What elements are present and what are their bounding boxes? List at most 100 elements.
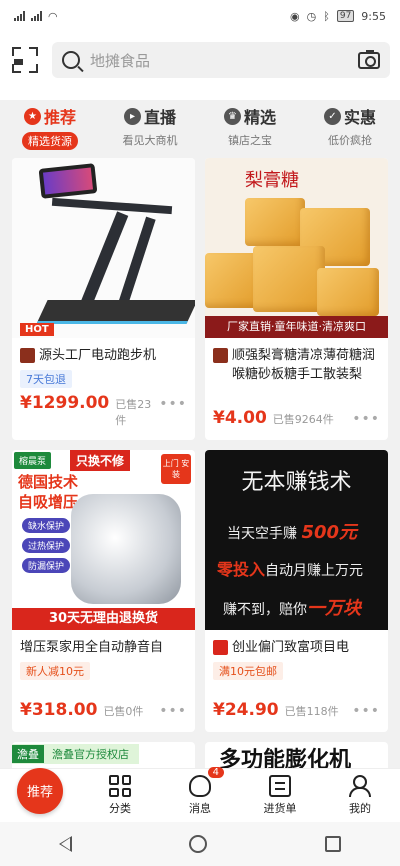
image-label: 梨膏糖 — [245, 170, 299, 191]
bluetooth-icon: ᛒ — [323, 9, 330, 23]
promo-tag: 新人减10元 — [20, 662, 90, 680]
image-banner: 厂家直销·童年味道·清凉爽口 — [205, 316, 388, 338]
hot-badge: HOT — [20, 323, 54, 336]
brand-logo: 榕晨泵 — [14, 452, 52, 469]
product-image-treadmill: HOT — [12, 158, 195, 338]
price: ¥24.90 — [213, 700, 279, 720]
product-card[interactable]: HOT 源头工厂电动跑步机 7天包退 ¥1299.00 已售23件 ••• — [12, 158, 195, 440]
alarm-icon: ◷ — [306, 9, 317, 23]
signal-icon-2 — [31, 11, 42, 21]
ad-line: 自动月赚上万元 — [265, 563, 364, 579]
more-icon[interactable]: ••• — [159, 396, 187, 412]
product-title: 顺强梨膏糖清凉薄荷糖润喉糖砂板糖手工散装梨 — [232, 348, 376, 382]
product-title: 创业偏门致富项目电 — [232, 640, 350, 655]
live-icon: ▸ — [123, 107, 141, 125]
nav-recommend-button[interactable]: 推荐 — [17, 767, 63, 814]
tab-live[interactable]: ▸ 直播 看见大商机 — [105, 104, 195, 156]
ad-highlight: 零投入 — [217, 560, 266, 579]
wifi-icon: ◠ — [48, 9, 58, 23]
product-image-ad: 无本赚钱术 当天空手赚 500元 零投入自动月赚上万元 赚不到，赔你一万块 — [205, 450, 388, 630]
product-card[interactable]: 榕晨泵 只换不修 德国技术 自吸增压 缺水保护 过热保护 防漏保护 上门 安装 … — [12, 450, 195, 732]
image-banner: 30天无理由退换货 — [12, 608, 195, 630]
store-text: 澹叠官方授权店 — [52, 748, 129, 761]
star-icon: ★ — [23, 107, 41, 125]
product-title: 增压泵家用全自动静音自 — [20, 640, 164, 655]
tab-sub: 镇店之宝 — [228, 134, 272, 147]
service-badge: 上门 安装 — [161, 454, 191, 484]
status-bar: ◠ ◉ ◷ ᛒ 97 9:55 — [0, 0, 400, 32]
search-bar-row: 地摊食品 — [0, 32, 400, 88]
product-grid: HOT 源头工厂电动跑步机 7天包退 ¥1299.00 已售23件 ••• 梨膏… — [0, 156, 400, 782]
sold-count: 已售118件 — [284, 705, 339, 718]
search-input[interactable]: 地摊食品 — [52, 42, 390, 78]
nav-profile[interactable]: 我的 — [330, 775, 390, 816]
battery-indicator: 97 — [336, 10, 355, 22]
home-icon[interactable] — [189, 835, 208, 853]
tab-sub: 精选货源 — [22, 132, 78, 150]
list-icon — [269, 775, 291, 797]
store-banner: 澹叠 澹叠官方授权店 — [12, 744, 139, 764]
search-icon — [62, 51, 80, 69]
message-icon — [189, 775, 211, 797]
system-nav-bar — [0, 822, 400, 866]
more-icon[interactable]: ••• — [352, 703, 380, 719]
nav-label: 消息 — [189, 802, 211, 815]
scan-icon[interactable] — [10, 45, 40, 75]
nav-purchase-list[interactable]: 进货单 — [250, 775, 310, 816]
user-icon — [349, 775, 371, 797]
nav-messages[interactable]: 4 消息 — [170, 767, 230, 816]
feature-pill: 防漏保护 — [22, 558, 71, 573]
eye-icon: ◉ — [290, 9, 300, 23]
nav-category[interactable]: 分类 — [90, 775, 150, 816]
ad-line: 无本赚钱术 — [241, 470, 352, 495]
back-icon[interactable] — [58, 836, 72, 852]
promo-tag: 7天包退 — [20, 370, 72, 388]
nav-recommend[interactable]: 推荐 — [10, 767, 70, 814]
status-left: ◠ — [14, 10, 58, 23]
price: ¥4.00 — [213, 408, 267, 428]
product-card[interactable]: 梨膏糖 厂家直销·童年味道·清凉爽口 顺强梨膏糖清凉薄荷糖润喉糖砂板糖手工散装梨… — [205, 158, 388, 440]
headline-line: 自吸增压 — [18, 493, 79, 511]
nav-label: 我的 — [349, 802, 371, 815]
product-image-candy: 梨膏糖 厂家直销·童年味道·清凉爽口 — [205, 158, 388, 338]
promo-tag: 满10元包邮 — [213, 662, 283, 680]
tab-featured[interactable]: ♛ 精选 镇店之宝 — [205, 104, 295, 156]
signal-icon — [14, 11, 25, 21]
more-icon[interactable]: ••• — [159, 703, 187, 719]
product-title: 源头工厂电动跑步机 — [39, 348, 157, 363]
tab-sub: 低价疯抢 — [328, 134, 372, 147]
shop-icon — [213, 348, 228, 363]
ad-highlight: 500元 — [301, 522, 358, 543]
product-card[interactable]: 无本赚钱术 当天空手赚 500元 零投入自动月赚上万元 赚不到，赔你一万块 创业… — [205, 450, 388, 732]
discount-icon: ✓ — [323, 107, 341, 125]
tab-label: 直播 — [143, 108, 176, 127]
tab-recommend[interactable]: ★ 推荐 精选货源 — [5, 104, 95, 156]
clock: 9:55 — [361, 9, 386, 23]
tab-label: 精选 — [243, 108, 276, 127]
product-image-pump: 榕晨泵 只换不修 德国技术 自吸增压 缺水保护 过热保护 防漏保护 上门 安装 … — [12, 450, 195, 630]
status-right: ◉ ◷ ᛒ 97 9:55 — [290, 10, 386, 23]
message-badge: 4 — [207, 767, 224, 778]
nav-label: 进货单 — [263, 802, 297, 815]
sold-count: 已售9264件 — [272, 413, 334, 426]
camera-icon[interactable] — [358, 49, 380, 69]
feature-pill: 过热保护 — [22, 538, 71, 553]
crown-icon: ♛ — [223, 107, 241, 125]
ad-highlight: 一万块 — [307, 598, 361, 619]
price: ¥1299.00 — [20, 393, 110, 413]
tab-sub: 看见大商机 — [122, 134, 178, 147]
category-icon — [109, 775, 131, 797]
shop-icon — [20, 348, 35, 363]
bottom-nav: 推荐 分类 4 消息 进货单 我的 — [0, 767, 400, 822]
shop-icon — [213, 640, 228, 655]
image-header: 只换不修 — [70, 450, 131, 471]
tab-value[interactable]: ✓ 实惠 低价疯抢 — [305, 104, 395, 156]
recent-apps-icon[interactable] — [325, 836, 342, 852]
more-icon[interactable]: ••• — [352, 411, 380, 427]
feature-pill: 缺水保护 — [22, 518, 71, 533]
image-headline: 德国技术 自吸增压 — [18, 472, 78, 512]
price: ¥318.00 — [20, 700, 98, 720]
tab-label: 实惠 — [343, 108, 376, 127]
search-placeholder: 地摊食品 — [90, 51, 151, 70]
tab-label: 推荐 — [43, 108, 76, 127]
